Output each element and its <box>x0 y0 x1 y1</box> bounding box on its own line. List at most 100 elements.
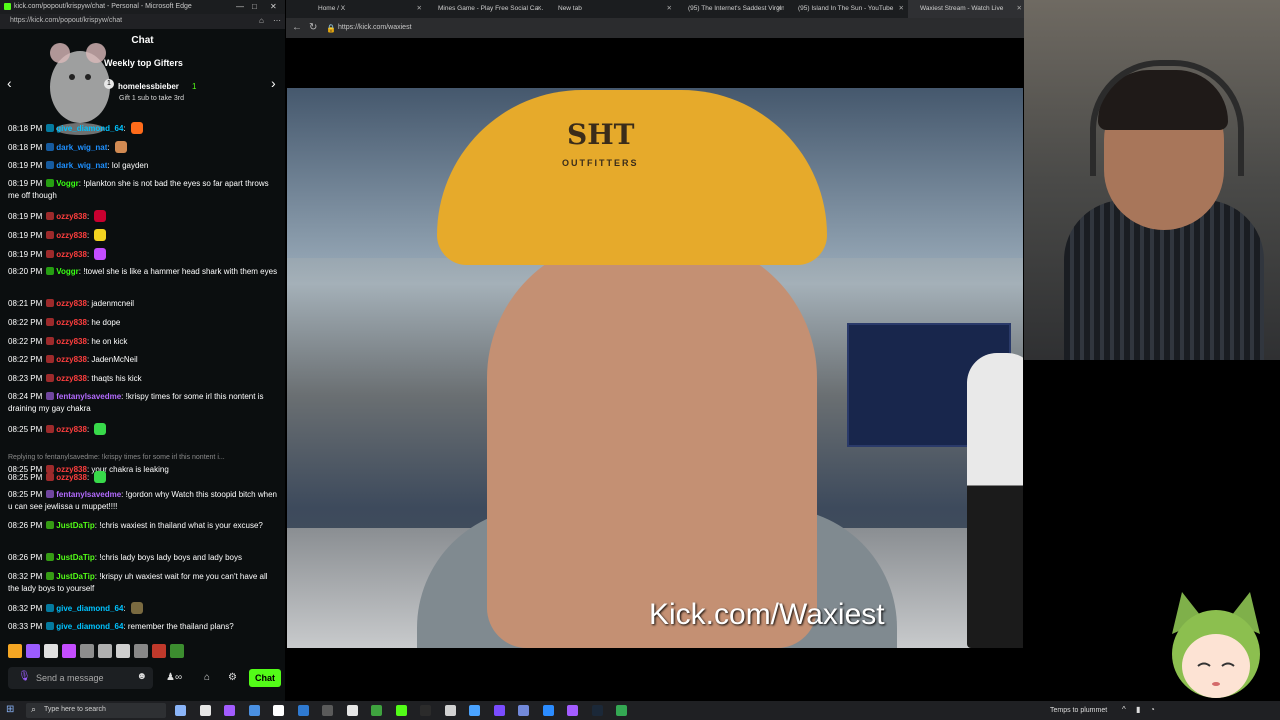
taskbar-app-icon[interactable] <box>371 705 382 716</box>
message-username[interactable]: ozzy838 <box>56 355 87 364</box>
maximize-icon[interactable]: □ <box>252 2 257 11</box>
back-icon[interactable]: ← <box>292 22 302 33</box>
taskbar-app-icon[interactable] <box>469 705 480 716</box>
battery-icon[interactable]: ▮ <box>1136 705 1140 714</box>
message-username[interactable]: Voggr <box>56 267 79 276</box>
browser-tab[interactable]: (95) The Internet's Saddest Virgin... ✕ <box>676 0 784 18</box>
tab-close-icon[interactable]: ✕ <box>667 0 672 18</box>
tab-close-icon[interactable]: ✕ <box>537 0 542 18</box>
refresh-icon[interactable]: ↻ <box>309 22 317 33</box>
message-username[interactable]: Voggr <box>56 179 79 188</box>
message-timestamp: 08:32 PM <box>8 572 43 581</box>
taskbar-app-icon[interactable] <box>616 705 627 716</box>
taskbar-app-icon[interactable] <box>591 705 603 716</box>
read-aloud-icon[interactable]: ⌂ <box>259 16 264 25</box>
tab-close-icon[interactable]: ✕ <box>417 0 422 18</box>
network-icon[interactable]: ◔ <box>1150 705 1155 714</box>
message-username[interactable]: ozzy838 <box>56 318 87 327</box>
message-username[interactable]: ozzy838 <box>56 212 87 221</box>
taskbar-app-icon[interactable] <box>346 705 358 716</box>
chat-send-button[interactable]: Chat <box>249 669 281 687</box>
taskbar-app-icon[interactable] <box>542 705 554 716</box>
taskbar-app-icon[interactable] <box>444 705 456 716</box>
tab-label: Mines Game - Play Free Social Ca... <box>438 5 544 12</box>
message-username[interactable]: ozzy838 <box>56 374 87 383</box>
chat-address-bar[interactable]: https://kick.com/popout/krispyw/chat ⌂ ⋯ <box>0 14 285 29</box>
browser-tab[interactable]: Waxiest Stream - Watch Live ✕ <box>908 0 1024 18</box>
quick-emote-icon[interactable] <box>44 644 58 658</box>
message-username[interactable]: ozzy838 <box>56 250 87 259</box>
browser-tab[interactable]: (95) Island In The Sun - YouTube ✕ <box>786 0 906 18</box>
taskbar-app-icon[interactable] <box>395 705 407 716</box>
quick-emote-icon[interactable] <box>134 644 148 658</box>
emoji-picker-icon[interactable]: ☻ <box>136 671 147 682</box>
user-badge-icon <box>46 374 55 382</box>
emote-icon <box>94 423 107 435</box>
windows-start-icon[interactable]: ⊞ <box>6 704 14 715</box>
taskbar-app-icon[interactable] <box>518 705 529 716</box>
taskbar-app-icon[interactable] <box>322 705 333 716</box>
tab-close-icon[interactable]: ✕ <box>1017 0 1022 18</box>
taskbar-app-icon[interactable] <box>224 705 235 716</box>
weather-widget[interactable]: Temps to plummet <box>1050 707 1107 714</box>
tray-chevron-icon[interactable]: ^ <box>1122 705 1126 714</box>
quick-emote-icon[interactable] <box>80 644 94 658</box>
browser-tab[interactable]: Mines Game - Play Free Social Ca... ✕ <box>426 0 544 18</box>
taskbar-app-icon[interactable] <box>248 705 260 716</box>
tab-close-icon[interactable]: ✕ <box>777 0 782 18</box>
gift-icon[interactable]: ⌂ <box>204 672 210 683</box>
message-username[interactable]: ozzy838 <box>56 231 87 240</box>
taskbar-app-icon[interactable] <box>567 705 578 716</box>
chevron-left-icon[interactable]: ‹ <box>7 75 12 91</box>
taskbar-app-icon[interactable] <box>199 705 211 716</box>
gifter-name[interactable]: homelessbieber <box>118 82 179 91</box>
quick-emote-icon[interactable] <box>152 644 166 658</box>
message-username[interactable]: JustDaTip <box>56 553 95 562</box>
minimize-icon[interactable]: — <box>236 2 244 11</box>
chevron-right-icon[interactable]: › <box>271 75 276 91</box>
message-username[interactable]: JustDaTip <box>56 572 95 581</box>
close-icon[interactable]: ✕ <box>270 2 277 11</box>
browser-url[interactable]: https://kick.com/waxiest <box>338 24 412 31</box>
message-username[interactable]: dark_wig_nat <box>56 161 107 170</box>
taskbar-search[interactable]: ⌕ Type here to search <box>26 703 166 718</box>
message-username[interactable]: ozzy838 <box>56 425 87 434</box>
message-username[interactable]: dark_wig_nat <box>56 143 107 152</box>
browser-tab[interactable]: Home / X ✕ <box>306 0 424 18</box>
message-username[interactable]: fentanylsavedme <box>56 490 121 499</box>
quick-emote-icon[interactable] <box>170 644 184 658</box>
microphone-icon[interactable]: 🎙 <box>18 671 31 682</box>
stream-video-player[interactable]: SHT OUTFITTERS <box>287 88 1023 648</box>
message-username[interactable]: ozzy838 <box>56 337 87 346</box>
tab-close-icon[interactable]: ✕ <box>899 0 904 18</box>
message-timestamp: 08:19 PM <box>8 179 43 188</box>
message-username[interactable]: give_diamond_64 <box>56 622 123 631</box>
message-username[interactable]: give_diamond_64 <box>56 124 123 133</box>
taskbar-app-icon[interactable] <box>297 705 309 716</box>
browser-tab[interactable]: New tab ✕ <box>546 0 674 18</box>
more-icon[interactable]: ⋯ <box>273 16 281 25</box>
quick-emote-icon[interactable] <box>62 644 76 658</box>
taskbar-app-icon[interactable] <box>420 705 431 716</box>
quick-emote-icon[interactable] <box>8 644 22 658</box>
gift-sub-link[interactable]: Gift 1 sub to take 3rd <box>119 95 184 102</box>
message-username[interactable]: ozzy838 <box>56 473 87 482</box>
quick-emote-icon[interactable] <box>116 644 130 658</box>
quick-emote-icon[interactable] <box>98 644 112 658</box>
users-icon[interactable]: ♟∞ <box>166 672 182 683</box>
message-timestamp: 08:25 PM <box>8 490 43 499</box>
emote-quick-bar <box>8 644 278 660</box>
message-username[interactable]: fentanylsavedme <box>56 392 121 401</box>
settings-gear-icon[interactable]: ⚙ <box>228 672 237 683</box>
quick-emote-icon[interactable] <box>26 644 40 658</box>
taskbar-app-icon[interactable] <box>493 705 505 716</box>
taskbar-app-icon[interactable] <box>273 705 284 716</box>
message-username[interactable]: JustDaTip <box>56 521 95 530</box>
chat-message-input[interactable]: 🎙 Send a message ☻ <box>8 667 153 689</box>
message-text: !towel she is like a hammer head shark w… <box>83 267 278 276</box>
taskbar-app-icon[interactable] <box>175 705 186 716</box>
user-badge-icon <box>46 212 55 220</box>
message-username[interactable]: give_diamond_64 <box>56 604 123 613</box>
message-username[interactable]: ozzy838 <box>56 299 87 308</box>
user-badge-icon <box>46 622 55 630</box>
